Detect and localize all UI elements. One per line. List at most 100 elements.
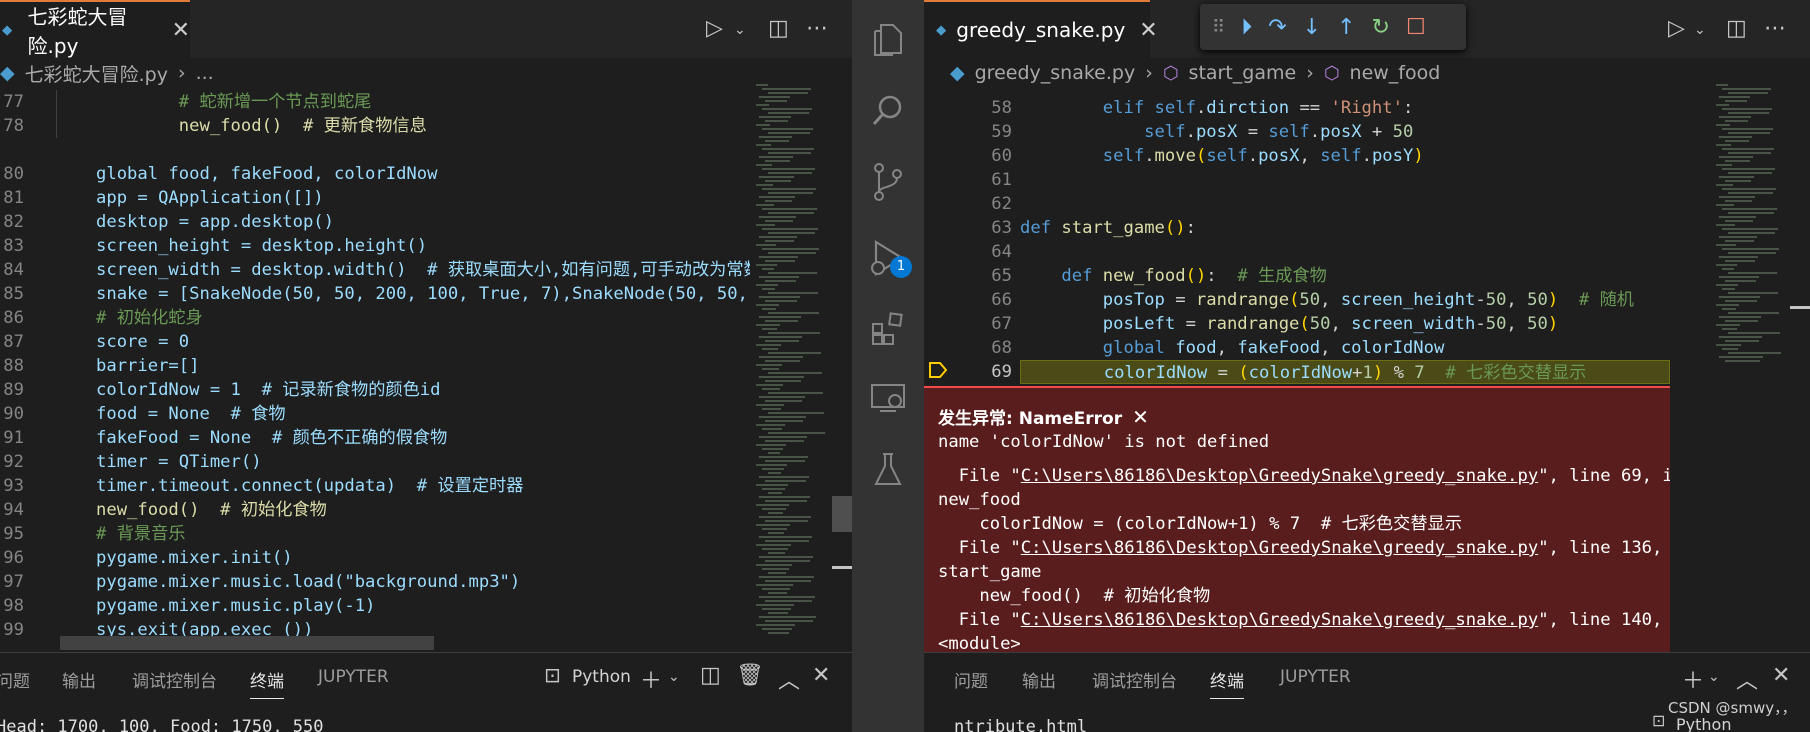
minimap-line <box>765 200 792 202</box>
breadcrumb-new-food[interactable]: new_food <box>1350 62 1441 84</box>
line-number: 83 <box>3 236 24 256</box>
minimap-line <box>759 336 802 338</box>
code-line: screen_width = desktop.width() # 获取桌面大小,… <box>96 260 750 280</box>
remote-explorer-icon[interactable] <box>852 366 924 430</box>
tab-debug-console[interactable]: 调试控制台 <box>1092 667 1177 692</box>
tab-problems[interactable]: 问题 <box>0 667 30 692</box>
more-actions-icon[interactable]: ⋯ <box>806 16 828 41</box>
minimap-line <box>756 204 774 206</box>
tab-title: greedy_snake.py <box>956 18 1126 42</box>
files-icon[interactable] <box>852 8 924 72</box>
minimap-line <box>756 264 777 266</box>
line-number-current: 69 <box>991 362 1012 382</box>
current-line-arrow-icon[interactable] <box>928 360 948 380</box>
breadcrumb-start-game[interactable]: start_game <box>1189 62 1297 84</box>
chevron-down-icon[interactable]: ⌄ <box>1694 22 1706 38</box>
line-number: 95 <box>3 524 24 544</box>
testing-icon[interactable] <box>852 438 924 502</box>
continue-icon[interactable]: ⏵ <box>1241 15 1252 40</box>
minimap-line <box>765 600 812 602</box>
terminal-icon: ⊡ <box>544 663 561 687</box>
tab-jupyter[interactable]: JUPYTER <box>318 667 389 687</box>
code-line: global food, fakeFood, colorIdNow <box>96 164 438 184</box>
minimap-line <box>1722 308 1736 310</box>
minimap-line <box>768 172 812 174</box>
split-editor-icon[interactable]: ◫ <box>1726 16 1747 41</box>
chevron-down-icon[interactable]: ⌄ <box>734 22 746 38</box>
minimap-line <box>1728 132 1770 134</box>
minimap-line <box>756 284 778 286</box>
step-over-icon[interactable]: ↷ <box>1268 15 1286 40</box>
minimap[interactable] <box>1716 84 1786 374</box>
minimap-line <box>1719 256 1758 258</box>
tab-terminal[interactable]: 终端 <box>250 667 284 699</box>
left-code-area[interactable]: # 蛇新增一个节点到蛇尾 new_food() # 更新食物信息 global … <box>96 90 750 652</box>
chevron-up-icon[interactable]: ︿ <box>778 663 800 695</box>
stop-icon[interactable]: ☐ <box>1406 15 1426 40</box>
chevron-down-icon[interactable]: ⌄ <box>668 669 680 685</box>
breadcrumb-file[interactable]: greedy_snake.py <box>975 62 1136 84</box>
tab-debug-console[interactable]: 调试控制台 <box>132 667 217 692</box>
minimap[interactable] <box>756 84 826 644</box>
line-number: 67 <box>991 314 1012 334</box>
traceback-file-link[interactable]: C:\Users\86186\Desktop\GreedySnake\greed… <box>1021 466 1538 486</box>
code-line: global food, fakeFood, colorIdNow <box>1020 338 1445 358</box>
tab-problems[interactable]: 问题 <box>954 667 988 692</box>
new-terminal-icon[interactable]: ＋ <box>1682 663 1704 695</box>
more-actions-icon[interactable]: ⋯ <box>1764 16 1786 41</box>
traceback-file-link[interactable]: C:\Users\86186\Desktop\GreedySnake\greed… <box>1021 538 1538 558</box>
minimap-line <box>765 580 811 582</box>
close-icon[interactable]: ✕ <box>1139 18 1157 43</box>
run-debug-icon[interactable] <box>852 226 924 290</box>
search-icon[interactable] <box>852 78 924 142</box>
drag-handle-icon[interactable]: ⠿ <box>1212 17 1225 38</box>
minimap-line <box>762 208 817 210</box>
chevron-down-icon[interactable]: ⌄ <box>1708 669 1720 685</box>
minimap-line <box>1719 336 1762 338</box>
minimap-line <box>768 252 816 254</box>
line-number: 86 <box>3 308 24 328</box>
tab-output[interactable]: 输出 <box>1022 667 1056 692</box>
minimap-line <box>1728 172 1772 174</box>
tab-output[interactable]: 输出 <box>62 667 96 692</box>
tab-jupyter[interactable]: JUPYTER <box>1280 667 1351 687</box>
extensions-icon[interactable] <box>852 296 924 360</box>
tab-qicai-snake[interactable]: ◆ 七彩蛇大冒险.py ✕ <box>0 0 190 58</box>
split-editor-icon[interactable]: ◫ <box>768 16 789 41</box>
terminal-profile[interactable]: Python <box>572 667 631 687</box>
run-file-icon[interactable]: ▷ <box>706 16 723 41</box>
horizontal-scrollbar[interactable] <box>60 636 434 650</box>
minimap-line <box>1725 100 1747 102</box>
chevron-up-icon[interactable]: ︿ <box>1736 663 1758 695</box>
new-terminal-icon[interactable]: ＋ <box>640 663 662 695</box>
close-icon[interactable]: ✕ <box>172 18 190 43</box>
run-debug-file-icon[interactable]: ▷ <box>1668 16 1685 41</box>
code-line: # 背景音乐 <box>96 524 186 544</box>
vertical-scrollbar-thumb[interactable] <box>832 496 852 532</box>
traceback-line: colorIdNow = (colorIdNow+1) % 7 # 七彩色交替显… <box>938 514 1462 534</box>
breadcrumb-file[interactable]: 七彩蛇大冒险.py <box>25 60 168 87</box>
close-panel-icon[interactable]: ✕ <box>812 663 830 688</box>
split-terminal-icon[interactable]: ◫ <box>700 663 721 688</box>
minimap-line <box>1728 112 1769 114</box>
right-code-area[interactable]: elif self.dirction == 'Right': self.posX… <box>1020 96 1634 384</box>
minimap-line <box>759 616 816 618</box>
minimap-line <box>1719 296 1760 298</box>
breadcrumb-separator: › <box>177 62 186 84</box>
scroll-position-marker <box>1790 306 1810 309</box>
step-out-icon[interactable]: ↑ <box>1337 15 1355 40</box>
terminal-icon: ⊡ <box>1652 711 1666 730</box>
restart-icon[interactable]: ↻ <box>1372 15 1390 40</box>
step-into-icon[interactable]: ↓ <box>1303 15 1321 40</box>
source-control-icon[interactable] <box>852 150 924 214</box>
tab-greedy-snake[interactable]: ◆ greedy_snake.py ✕ <box>924 0 1158 58</box>
line-number: 81 <box>3 188 24 208</box>
close-panel-icon[interactable]: ✕ <box>1772 663 1790 688</box>
breadcrumb-ellipsis[interactable]: ... <box>196 62 214 84</box>
minimap-line <box>1728 252 1776 254</box>
trash-icon[interactable]: 🗑 <box>736 663 764 688</box>
close-icon[interactable]: ✕ <box>1132 405 1149 429</box>
minimap-line <box>1725 300 1757 302</box>
tab-terminal[interactable]: 终端 <box>1210 667 1244 699</box>
traceback-file-link[interactable]: C:\Users\86186\Desktop\GreedySnake\greed… <box>1021 610 1538 630</box>
